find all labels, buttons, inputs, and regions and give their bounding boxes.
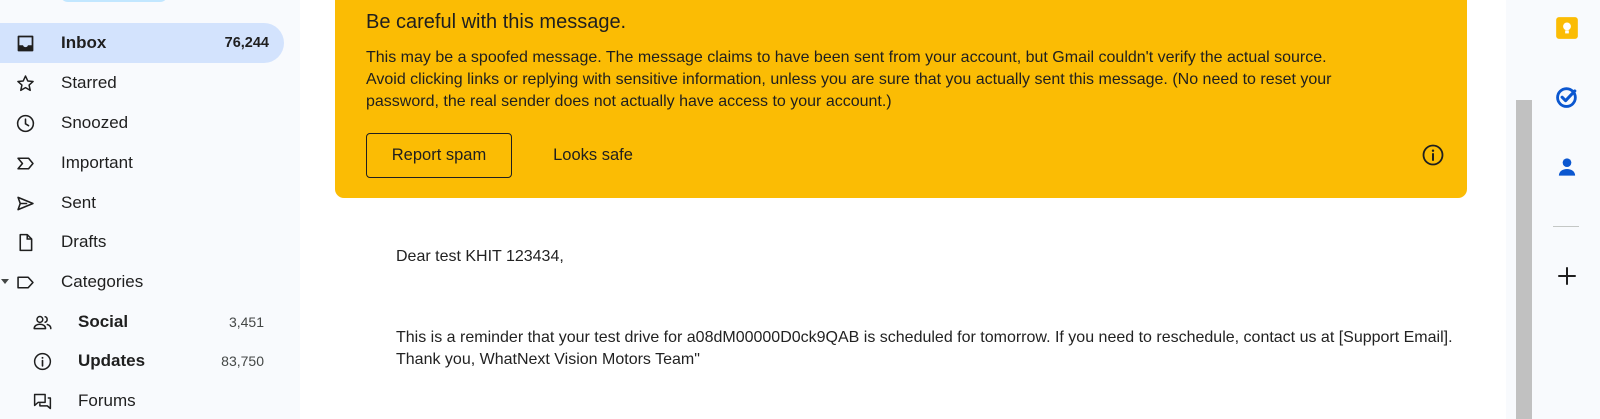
unread-count: 3,451 [228,314,264,330]
contacts-icon[interactable] [1553,153,1581,181]
warning-body: This may be a spoofed message. The messa… [366,47,1456,113]
spoof-warning-banner: Be careful with this message. This may b… [335,0,1467,198]
people-icon [32,312,53,333]
sidebar-item-label: Updates [78,351,146,370]
sidebar-item-important[interactable]: Important [0,143,284,183]
sidebar-item-label: Drafts [61,232,107,251]
panel-divider [1553,226,1579,227]
tasks-icon[interactable] [1553,83,1581,111]
sidebar-item-label: Forums [78,391,136,410]
label-icon [15,272,36,293]
info-icon [32,351,53,372]
warning-title: Be careful with this message. [366,11,627,33]
send-icon [15,193,36,214]
draft-icon [15,232,36,253]
forum-icon [32,391,53,412]
warning-line: Avoid clicking links or replying with se… [366,71,1332,88]
sidebar-item-inbox[interactable]: Inbox 76,244 [0,23,284,63]
message-view: Be careful with this message. This may b… [300,0,1506,419]
sidebar-item-label: Inbox [61,33,107,52]
compose-button[interactable] [60,0,168,2]
info-icon[interactable] [1421,143,1445,167]
unread-count: 83,750 [221,353,264,369]
inbox-icon [15,33,36,54]
scrollbar-thumb[interactable] [1516,100,1532,419]
email-line: Thank you, WhatNext Vision Motors Team" [396,351,700,368]
important-icon [15,153,36,174]
sidebar-item-label: Starred [61,73,117,92]
unread-count: 76,244 [224,35,269,51]
report-spam-button[interactable]: Report spam [366,133,512,178]
sidebar-item-social[interactable]: Social 3,451 [0,302,284,342]
sidebar-item-starred[interactable]: Starred [0,63,284,103]
sidebar-item-drafts[interactable]: Drafts [0,222,284,262]
keep-icon[interactable] [1553,14,1581,42]
email-line: This is a reminder that your test drive … [396,329,1453,346]
email-paragraph: This is a reminder that your test drive … [396,327,1496,371]
chevron-down-icon[interactable] [1,279,9,284]
warning-line: password, the real sender does not actua… [366,93,892,110]
sidebar-item-label: Categories [61,272,144,291]
looks-safe-button[interactable]: Looks safe [531,133,655,178]
sidebar-item-label: Important [61,153,133,172]
sidebar-item-snoozed[interactable]: Snoozed [0,103,284,143]
email-greeting: Dear test KHIT 123434, [396,248,564,265]
sidebar-item-label: Sent [61,193,96,212]
sidebar-item-label: Snoozed [61,113,129,132]
sidebar-item-sent[interactable]: Sent [0,183,284,223]
sidebar-item-forums[interactable]: Forums [0,381,284,419]
clock-icon [15,113,36,134]
sidebar-item-categories[interactable]: Categories [0,262,284,302]
sidebar: Inbox 76,244 Starred Snoozed Important S… [0,0,300,419]
side-panel [1532,0,1600,419]
star-icon [15,73,36,94]
add-icon[interactable] [1553,262,1581,290]
warning-line: This may be a spoofed message. The messa… [366,49,1327,66]
sidebar-item-label: Social [78,312,129,331]
sidebar-item-updates[interactable]: Updates 83,750 [0,341,284,381]
